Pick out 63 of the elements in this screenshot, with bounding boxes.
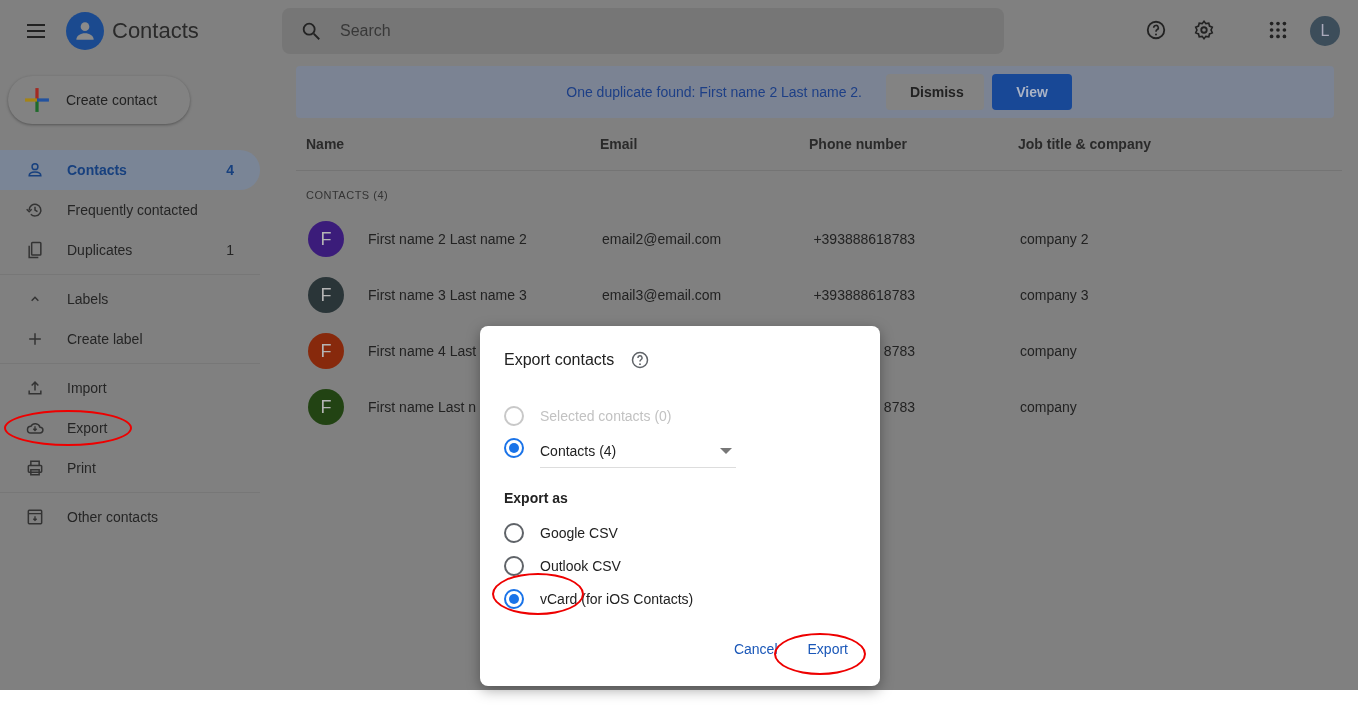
column-header[interactable]: Email <box>600 136 809 152</box>
table-cell: company <box>1020 399 1077 415</box>
table-cell: 8783 <box>883 343 915 359</box>
table-cell: email2@email.com <box>602 231 722 247</box>
contacts-dropdown[interactable]: Contacts (4) <box>540 434 736 469</box>
radio-button[interactable] <box>504 588 524 609</box>
option-label: Outlook CSV <box>540 557 621 574</box>
table-cell: First name 4 Last <box>368 343 477 359</box>
banner-message: One duplicate found: First name 2 Last name 2. <box>566 84 862 100</box>
table-cell: First name Last n <box>368 399 477 415</box>
contact-avatar: F <box>308 277 344 313</box>
dialog-title: Export contacts <box>504 351 615 370</box>
table-cell: 8783 <box>883 399 915 415</box>
create-contact-button[interactable]: Create contact <box>8 76 190 124</box>
dropdown-caret-icon <box>720 447 732 454</box>
sidebar-item[interactable]: Print <box>0 448 260 488</box>
radio-button[interactable] <box>504 438 524 459</box>
plus-icon <box>24 87 50 113</box>
option-label: Google CSV <box>540 524 618 541</box>
item-count: 1 <box>226 242 234 258</box>
sidebar-item[interactable]: Create label <box>0 319 260 359</box>
radio-button[interactable] <box>504 555 524 576</box>
search-icon <box>300 20 322 42</box>
option-label: vCard (for iOS Contacts) <box>540 590 694 607</box>
sidebar-item[interactable]: Duplicates 1 <box>0 230 260 270</box>
table-cell: company 2 <box>1020 231 1089 247</box>
person-icon <box>25 160 45 180</box>
sidebar-item[interactable]: Frequently contacted <box>0 190 260 230</box>
view-button[interactable]: View <box>992 74 1072 110</box>
section-heading: Export as <box>504 490 569 507</box>
search-field[interactable]: Search <box>282 8 1004 54</box>
account-avatar[interactable]: L <box>1310 16 1340 46</box>
contact-avatar: F <box>308 389 344 425</box>
table-cell: company <box>1020 343 1077 359</box>
radio-button[interactable] <box>504 522 524 543</box>
sidebar-item[interactable]: Import <box>0 368 260 408</box>
column-header[interactable]: Phone number <box>809 136 1018 152</box>
section-heading: CONTACTS (4) <box>305 188 390 203</box>
help-icon[interactable] <box>630 350 651 371</box>
inbox-icon <box>25 507 45 527</box>
contact-avatar: F <box>308 221 344 257</box>
print-icon <box>25 458 45 478</box>
contacts-logo-icon <box>66 12 104 50</box>
column-header[interactable]: Name <box>306 136 600 152</box>
option-label: Selected contacts (0) <box>540 408 672 425</box>
table-cell: +393888618783 <box>813 231 915 247</box>
table-cell: company 3 <box>1020 287 1089 303</box>
sidebar-item[interactable]: Labels <box>0 279 260 319</box>
item-count: 4 <box>226 162 234 178</box>
table-cell: email3@email.com <box>602 287 722 303</box>
table-cell: First name 2 Last name 2 <box>368 231 527 247</box>
sidebar-item[interactable]: Export <box>0 408 260 448</box>
table-cell: First name 3 Last name 3 <box>368 287 527 303</box>
app-title: Contacts <box>112 18 200 44</box>
copy-icon <box>25 240 45 260</box>
contact-avatar: F <box>308 333 344 369</box>
sidebar-item[interactable]: Other contacts <box>0 497 260 537</box>
table-cell: +393888618783 <box>813 287 915 303</box>
dialog-button[interactable]: Cancel <box>725 630 786 667</box>
dialog-button[interactable]: Export <box>799 630 856 667</box>
dismiss-button[interactable]: Dismiss <box>886 74 984 110</box>
sidebar-item[interactable]: Contacts 4 <box>0 150 260 190</box>
column-header[interactable]: Job title & company <box>1018 136 1342 152</box>
